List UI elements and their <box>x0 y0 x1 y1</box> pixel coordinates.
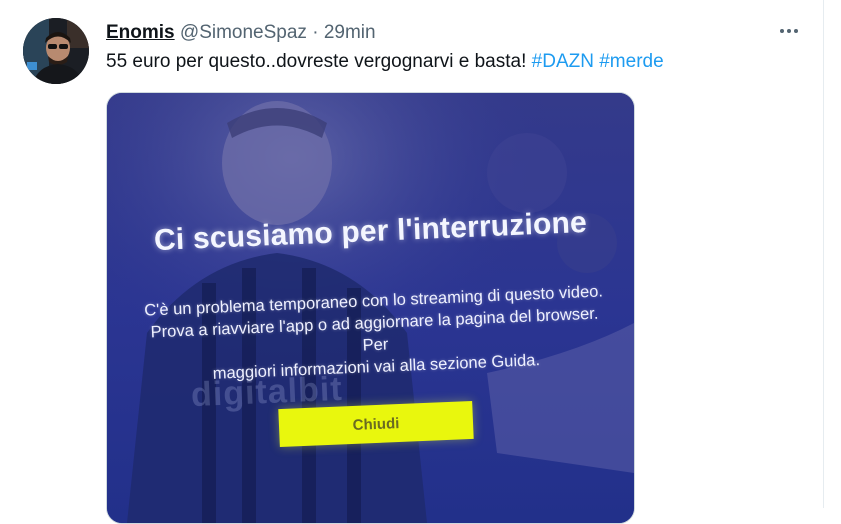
hashtag-merde[interactable]: #merde <box>599 51 663 72</box>
author-handle[interactable]: @SimoneSpaz <box>180 22 307 43</box>
separator: · <box>312 22 319 43</box>
avatar-image <box>23 18 89 84</box>
tweet-media[interactable]: Ci scusiamo per l'interruzione C'è un pr… <box>106 92 635 524</box>
ellipsis-icon[interactable] <box>778 20 800 48</box>
tweet-text: 55 euro per questo..dovreste vergognarvi… <box>106 50 664 74</box>
tweet-header: Enomis @SimoneSpaz · 29min <box>106 21 376 45</box>
author-name[interactable]: Enomis <box>106 22 175 43</box>
more-options-icon <box>780 29 798 33</box>
hashtag-dazn[interactable]: #DAZN <box>532 51 594 72</box>
timeline-border <box>823 0 824 508</box>
tweet-body: 55 euro per questo..dovreste vergognarvi… <box>106 51 527 72</box>
close-button[interactable]: Chiudi <box>278 400 474 448</box>
timestamp[interactable]: 29min <box>324 22 376 43</box>
avatar[interactable] <box>23 18 89 84</box>
